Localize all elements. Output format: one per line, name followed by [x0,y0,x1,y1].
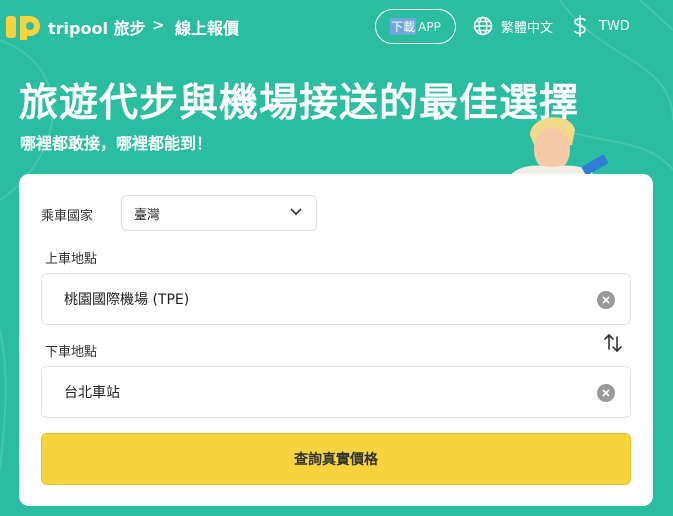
clear-icon[interactable] [597,291,615,309]
chevron-right-icon: > [152,16,165,34]
app-label: APP [418,19,441,34]
top-navigation: tripool 旅步 > 線上報價 下載 APP 繁體中文 TWD [0,0,673,52]
dollar-icon [574,15,586,37]
country-label: 乘車國家 [41,209,94,224]
currency-selector[interactable]: TWD [573,14,630,38]
brand-name[interactable]: tripool 旅步 [48,15,146,39]
globe-icon [473,16,493,36]
hero-title: 旅遊代步與機場接送的最佳選擇 [19,81,580,126]
pickup-label: 上車地點 [45,252,98,267]
language-label: 繁體中文 [501,20,554,36]
clear-icon[interactable] [597,384,615,402]
download-app-button[interactable]: 下載 APP [375,9,456,44]
pickup-input[interactable]: 桃園國際機場 (TPE) [41,273,631,325]
tripool-logo[interactable] [6,12,42,40]
swap-icon[interactable] [602,332,624,354]
dropoff-label: 下車地點 [45,345,98,360]
language-selector[interactable]: 繁體中文 [473,14,553,38]
traveler-illustration [505,117,609,185]
get-price-button[interactable]: 查詢真實價格 [41,433,631,485]
download-label: 下載 [390,18,417,35]
breadcrumb-current: 線上報價 [175,19,240,38]
chevron-down-icon [290,208,302,216]
currency-label: TWD [599,18,630,34]
dropoff-input[interactable]: 台北車站 [41,366,631,418]
dropoff-value: 台北車站 [64,385,120,401]
country-select[interactable]: 臺灣 [121,195,317,231]
country-value: 臺灣 [134,207,161,223]
pickup-value: 桃園國際機場 (TPE) [64,292,190,308]
hero-subtitle: 哪裡都敢接，哪裡都能到！ [20,134,213,153]
